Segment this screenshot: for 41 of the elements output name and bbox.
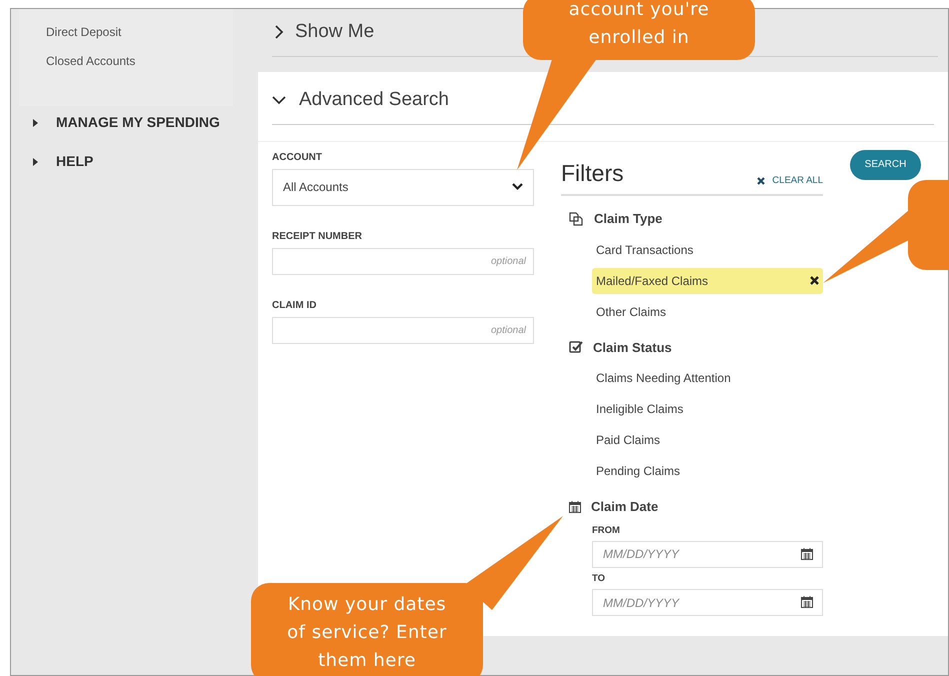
checkbox-icon — [569, 340, 583, 354]
date-field[interactable]: MM/DD/YYYY — [592, 589, 823, 616]
search-button[interactable]: SEARCH — [850, 150, 921, 180]
field-label: ACCOUNT — [272, 150, 323, 164]
sidebar-link[interactable]: Closed Accounts — [46, 52, 136, 70]
filter-option[interactable]: Claims Needing Attention — [592, 365, 823, 391]
sidebar-menu-item[interactable]: HELP — [33, 151, 94, 172]
filter-option[interactable]: Pending Claims — [592, 458, 823, 484]
filters-title: Filters — [561, 158, 624, 188]
sidebar-link[interactable]: Direct Deposit — [46, 23, 122, 41]
filter-option[interactable]: Mailed/Faxed Claims — [592, 268, 823, 294]
caret-right-icon — [33, 158, 39, 166]
text-field[interactable]: optional — [272, 248, 534, 274]
calendar-icon — [801, 548, 813, 560]
field-label: FROM — [592, 524, 621, 538]
calendar-icon — [569, 500, 581, 513]
calendar-icon — [801, 596, 813, 608]
filter-option[interactable]: Card Transactions — [592, 236, 823, 262]
section-title: Show Me — [295, 20, 374, 44]
sidebar-menu-item[interactable]: MANAGE MY SPENDING — [33, 112, 220, 133]
date-field[interactable]: MM/DD/YYYY — [592, 540, 823, 568]
caret-right-icon — [33, 118, 39, 126]
filter-option[interactable]: Other Claims — [592, 298, 823, 324]
filter-option[interactable]: Paid Claims — [592, 427, 823, 453]
section-title: Advanced Search — [299, 88, 449, 112]
chevron-down-icon — [512, 183, 523, 191]
callout-text: account you're enrolled in — [523, 0, 755, 60]
account-dropdown[interactable]: All Accounts — [272, 168, 534, 206]
clear-all-button[interactable]: CLEAR ALL — [757, 174, 823, 188]
close-icon[interactable] — [810, 276, 819, 285]
callout-text: Know your dates of service? Enter them here — [251, 583, 483, 676]
field-label: TO — [592, 572, 606, 586]
documents-icon — [569, 212, 584, 226]
field-label: CLAIM ID — [272, 298, 318, 312]
close-icon — [757, 176, 766, 185]
filter-group-title: Claim Status — [593, 338, 672, 356]
filter-group-title: Claim Type — [594, 210, 662, 228]
filter-group-title: Claim Date — [591, 498, 658, 516]
text-field[interactable]: optional — [272, 316, 534, 344]
field-label: RECEIPT NUMBER — [272, 230, 364, 244]
filter-option[interactable]: Ineligible Claims — [592, 396, 823, 422]
